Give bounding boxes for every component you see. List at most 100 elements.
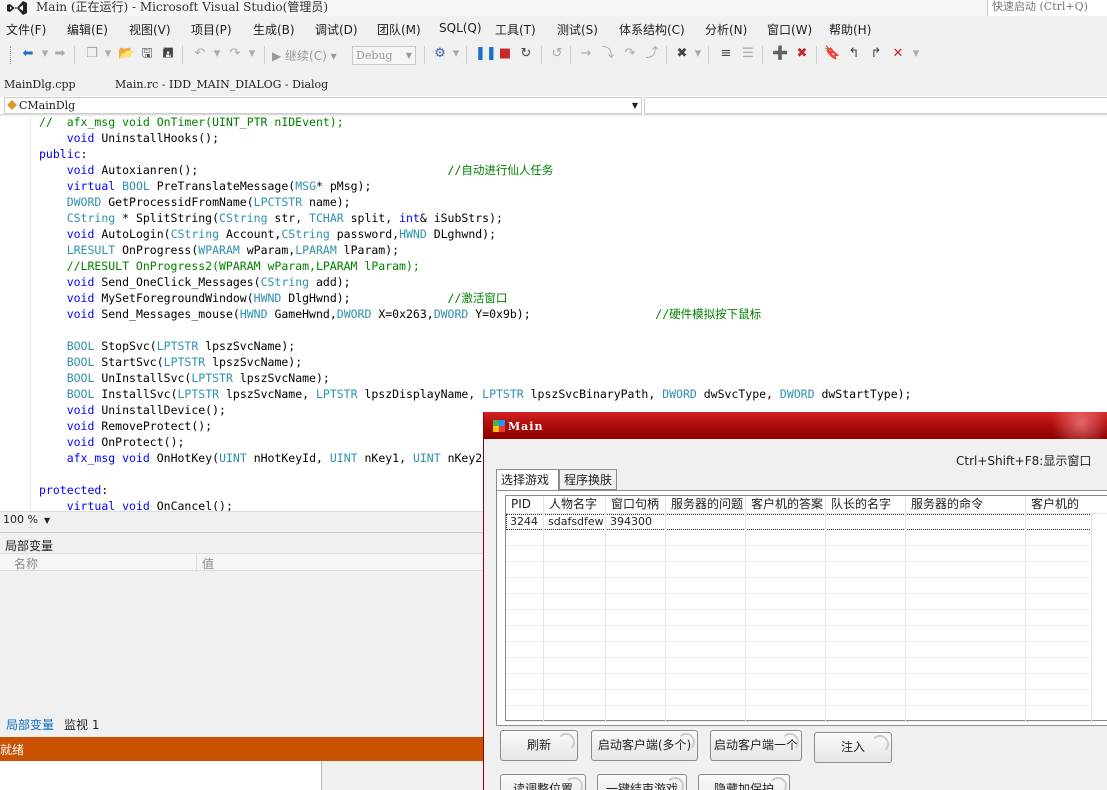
dropdown-arrow-icon[interactable]: ▾ [100,46,116,62]
menu-build[interactable]: 生成(B) [253,21,295,38]
column-window-handle[interactable]: 窗口句柄 [606,496,666,514]
class-dropdown[interactable]: CMainDlg ▼ [4,97,642,114]
open-file-icon[interactable]: 📂 [118,46,134,62]
tab-skin[interactable]: 程序换肤 [559,469,617,490]
solution-config-select[interactable]: Debug ▼ [352,46,416,65]
hide-protect-button[interactable]: 隐藏加保护 [698,774,790,790]
save-all-icon[interactable]: 🖪 [160,46,176,62]
menu-test[interactable]: 测试(S) [557,21,598,38]
table-cell [606,610,666,626]
refresh-button[interactable]: 刷新 [500,730,578,761]
menu-file[interactable]: 文件(F) [6,21,46,38]
add-comment-icon[interactable]: ➕ [772,46,788,62]
menu-project[interactable]: 项目(P) [191,21,232,38]
zoom-select[interactable]: 100 % ▼ [3,513,50,526]
hex-display-icon[interactable]: ✖ [674,46,690,62]
chevron-down-icon: ▼ [631,101,638,110]
dialog-title-bar[interactable]: Main [484,412,1107,439]
forward-icon[interactable]: ➡ [52,46,68,62]
table-cell [506,674,544,690]
dropdown-arrow-icon[interactable]: ▾ [37,46,53,62]
bookmark-icon[interactable]: 🔖 [824,46,840,62]
tab-maindlg-cpp[interactable]: MainDlg.cpp [4,78,76,91]
table-row[interactable] [506,546,1092,562]
back-icon[interactable]: ⬅ [20,46,36,62]
column-pid[interactable]: PID [506,496,544,514]
tab-select-game[interactable]: 选择游戏 [496,469,559,491]
table-row[interactable] [506,610,1092,626]
menu-sql[interactable]: SQL(Q) [439,21,482,35]
apply-code-changes-icon[interactable]: ↺ [549,46,565,62]
table-row[interactable]: 3244 sdafsdfew 394300 [506,514,1092,530]
attach-process-icon[interactable]: ⚙ [432,46,448,62]
menu-help[interactable]: 帮助(H) [829,21,871,38]
table-row[interactable] [506,578,1092,594]
menu-debug[interactable]: 调试(D) [315,21,358,38]
menu-edit[interactable]: 编辑(E) [67,21,108,38]
menu-tools[interactable]: 工具(T) [495,21,536,38]
restart-icon[interactable]: ↻ [518,46,534,62]
table-row[interactable] [506,530,1092,546]
game-list[interactable]: PID 人物名字 窗口句柄 服务器的问题 客户机的答案 队长的名字 服务器的命令… [505,495,1107,722]
column-server-question[interactable]: 服务器的问题 [666,496,746,514]
table-row[interactable] [506,562,1092,578]
end-all-games-button[interactable]: 一键结束游戏 [597,774,687,790]
remove-comment-icon[interactable]: ✖ [794,46,810,62]
dropdown-arrow-icon[interactable]: ▾ [244,46,260,62]
table-cell [666,674,746,690]
menu-team[interactable]: 团队(M) [377,21,421,38]
toolbar-grip[interactable] [10,46,13,64]
pause-icon[interactable]: ❚❚ [475,46,497,62]
column-client-answer[interactable]: 客户机的答案 [746,496,826,514]
tab-locals[interactable]: 局部变量 [6,716,54,733]
show-next-statement-icon[interactable]: → [578,46,594,62]
table-row[interactable] [506,594,1092,610]
continue-button[interactable]: ▶ 继续(C) ▾ [272,47,337,64]
step-into-icon[interactable]: ⤵ [600,46,616,62]
table-row[interactable] [506,690,1092,706]
member-dropdown[interactable] [644,97,1107,114]
launch-single-client-button[interactable]: 启动客户端一个 [710,730,802,761]
menu-analyze[interactable]: 分析(N) [705,21,747,38]
column-character-name[interactable]: 人物名字 [544,496,606,514]
menu-architecture[interactable]: 体系结构(C) [619,21,685,38]
inject-button[interactable]: 注入 [814,732,892,763]
dropdown-arrow-icon[interactable]: ▾ [690,46,706,62]
column-server-command[interactable]: 服务器的命令 [906,496,1026,514]
main-dialog[interactable]: Main Ctrl+Shift+F8:显示窗口 选择游戏 程序换肤 PID 人物… [483,412,1107,790]
menu-view[interactable]: 视图(V) [129,21,171,38]
save-icon[interactable]: 🖫 [139,46,155,62]
dropdown-arrow-icon[interactable]: ▾ [448,46,464,62]
launch-multi-client-button[interactable]: 启动客户端(多个) [591,730,698,761]
table-row[interactable] [506,642,1092,658]
column-value[interactable]: 值 [202,555,214,572]
redo-icon[interactable]: ↷ [227,46,243,62]
column-client[interactable]: 客户机的 [1026,496,1107,514]
table-row[interactable] [506,674,1092,690]
prev-bookmark-icon[interactable]: ↰ [846,46,862,62]
column-name[interactable]: 名称 [14,555,38,572]
table-row[interactable] [506,626,1092,642]
adjust-position-button[interactable]: 读调整位置 [500,774,586,790]
stack-frame-icon[interactable]: ☰ [740,46,756,62]
thread-icon[interactable]: ≡ [718,46,734,62]
new-project-icon[interactable]: ❐ [84,46,100,62]
next-bookmark-icon[interactable]: ↱ [868,46,884,62]
tab-main-rc-dialog[interactable]: Main.rc - IDD_MAIN_DIALOG - Dialog [115,78,328,91]
stop-icon[interactable]: ■ [497,46,513,62]
clear-bookmarks-icon[interactable]: ✕ [890,46,906,62]
table-row[interactable] [506,658,1092,674]
column-divider[interactable] [196,554,197,572]
quick-launch-input[interactable]: 快速启动 (Ctrl+Q) [987,0,1107,16]
table-cell [606,594,666,610]
menu-window[interactable]: 窗口(W) [767,21,812,38]
step-over-icon[interactable]: ↷ [622,46,638,62]
dropdown-arrow-icon[interactable]: ▾ [908,46,924,62]
dropdown-arrow-icon[interactable]: ▾ [209,46,225,62]
step-out-icon[interactable]: ⤴ [644,46,660,62]
column-leader-name[interactable]: 队长的名字 [826,496,906,514]
table-row[interactable] [506,706,1092,722]
tab-watch-1[interactable]: 监视 1 [64,716,99,733]
undo-icon[interactable]: ↶ [192,46,208,62]
